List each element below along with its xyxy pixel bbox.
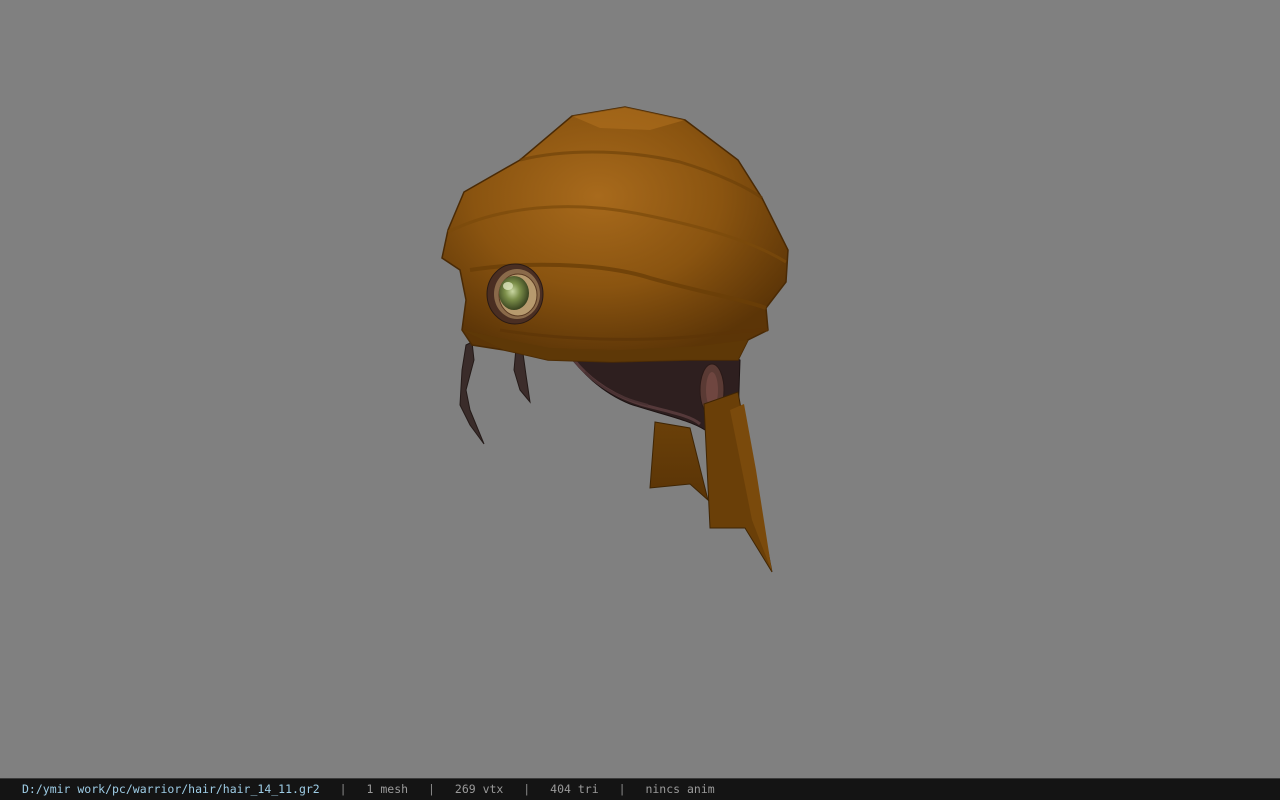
file-path: D:/ymir work/pc/warrior/hair/hair_14_11.…: [22, 782, 320, 796]
status-separator: |: [428, 782, 435, 796]
vertex-count: 269 vtx: [454, 782, 504, 796]
triangle-count: 404 tri: [550, 782, 599, 796]
status-bar: D:/ymir work/pc/warrior/hair/hair_14_11.…: [0, 778, 1280, 800]
status-separator: |: [618, 782, 626, 796]
animation-status: nincs anim: [645, 782, 715, 796]
mesh-count: 1 mesh: [366, 782, 409, 796]
bandana-hair-model-icon: [441, 106, 789, 573]
3d-viewport[interactable]: [0, 0, 1280, 778]
status-separator: |: [523, 782, 531, 796]
status-bar-content: D:/ymir work/pc/warrior/hair/hair_14_11.…: [22, 779, 715, 800]
status-separator: |: [339, 782, 347, 796]
